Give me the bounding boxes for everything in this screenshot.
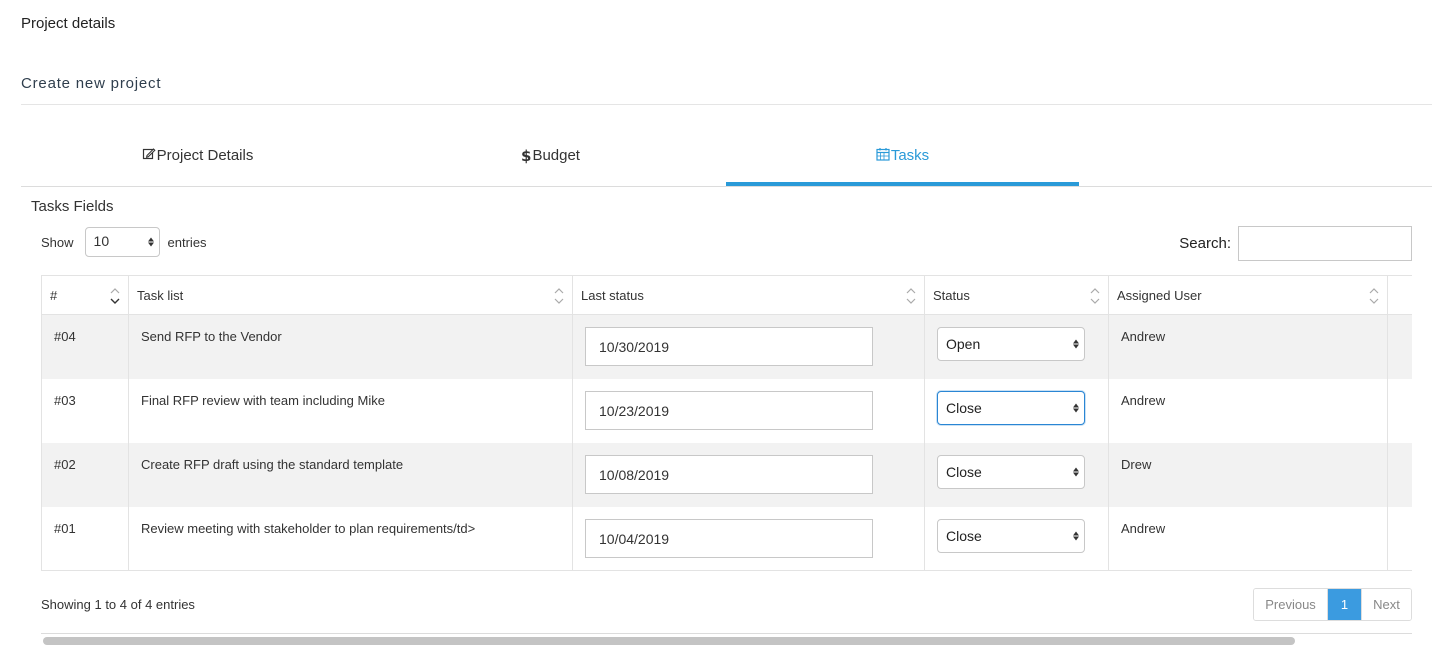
assigned-user: Andrew [1108,314,1388,379]
column-header-overflow [1387,275,1412,315]
sort-icon [1369,288,1379,304]
status-select[interactable]: Open [937,327,1085,361]
table-row: #01 Review meeting with stakeholder to p… [41,506,1412,571]
status-select[interactable]: Close [937,454,1085,489]
table-info: Showing 1 to 4 of 4 entries [41,597,195,612]
entries-per-page-select[interactable]: 10 [84,227,160,257]
select-arrows-icon [1073,531,1079,540]
column-header-status[interactable]: Status [924,275,1109,315]
section-title: Create new project [21,75,162,92]
sort-icon [1090,288,1100,304]
last-status-date-input[interactable]: 10/04/2019 [585,518,873,558]
sort-icon [110,288,120,304]
task-number: #01 [41,506,129,571]
last-status-date-input[interactable]: 10/30/2019 [585,327,873,366]
task-number: #02 [41,442,129,507]
task-number: #04 [41,314,129,379]
page-1-button[interactable]: 1 [1328,589,1361,620]
length-control: Show 10 entries [41,227,207,257]
next-page-button[interactable]: Next [1361,589,1411,620]
search-input[interactable] [1238,226,1412,261]
table-row: #02 Create RFP draft using the standard … [41,442,1412,507]
status-select[interactable]: Close [937,390,1085,425]
task-name: Final RFP review with team including Mik… [128,378,573,443]
select-arrows-icon [147,237,154,247]
last-status-date-input[interactable]: 10/23/2019 [585,390,873,430]
tab-project-details-label: Project Details [156,147,254,164]
assigned-user: Drew [1108,442,1388,507]
tasks-fields-title: Tasks Fields [31,198,114,215]
assigned-user: Andrew [1108,506,1388,571]
tab-tasks[interactable]: Tasks [726,131,1079,186]
tab-bar: Project Details $ Budget Tasks [21,131,1432,187]
search-label: Search: [1179,235,1231,252]
task-number: #03 [41,378,129,443]
section-divider [21,104,1432,105]
entries-per-page-value: 10 [93,233,110,249]
pagination: Previous 1 Next [1253,588,1412,621]
tab-project-details[interactable]: Project Details [21,131,374,186]
table-row: #04 Send RFP to the Vendor 10/30/2019 Op… [41,314,1412,379]
scrollbar-thumb[interactable] [43,637,1295,645]
column-header-number[interactable]: # [41,275,129,315]
column-header-task-list[interactable]: Task list [128,275,573,315]
task-name: Create RFP draft using the standard temp… [128,442,573,507]
sort-icon [554,288,564,304]
status-select[interactable]: Close [937,518,1085,553]
task-name: Review meeting with stakeholder to plan … [128,506,573,571]
column-header-last-status[interactable]: Last status [572,275,925,315]
sort-icon [906,288,916,304]
tab-budget-label: Budget [532,147,580,164]
table-row: #03 Final RFP review with team including… [41,378,1412,443]
column-header-assigned-user[interactable]: Assigned User [1108,275,1388,315]
tasks-table-container: # Task list Last status Status Assigned … [41,275,1412,571]
tab-tasks-label: Tasks [890,147,930,164]
assigned-user: Andrew [1108,378,1388,443]
table-header-row: # Task list Last status Status Assigned … [41,275,1412,315]
dollar-icon: $ [521,147,532,165]
entries-label: entries [167,234,207,250]
select-arrows-icon [1073,403,1079,412]
last-status-date-input[interactable]: 10/08/2019 [585,454,873,494]
calendar-icon [876,147,890,161]
select-arrows-icon [1073,467,1079,476]
page-heading: Project details [21,15,116,32]
search-control: Search: [1179,226,1412,261]
tasks-table: # Task list Last status Status Assigned … [41,275,1412,571]
edit-icon [142,147,156,161]
previous-page-button[interactable]: Previous [1254,589,1328,620]
horizontal-scrollbar[interactable] [41,633,1412,646]
show-label: Show [41,234,74,250]
task-name: Send RFP to the Vendor [128,314,573,379]
select-arrows-icon [1073,339,1079,349]
tab-budget[interactable]: $ Budget [374,131,727,186]
